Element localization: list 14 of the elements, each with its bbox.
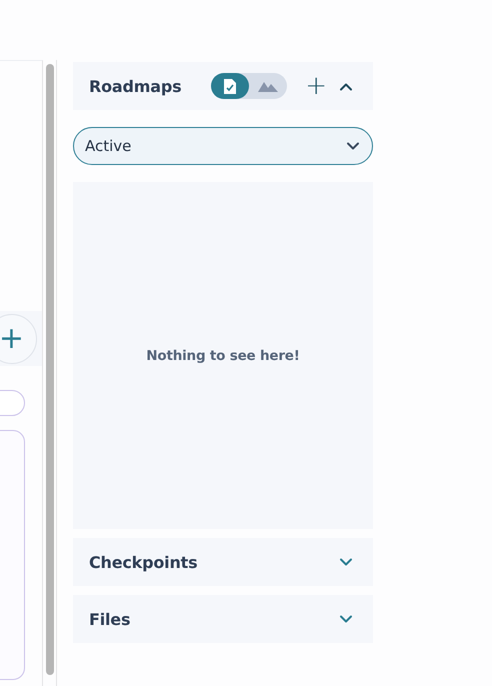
dropdown-caret-icon [346,142,360,150]
document-check-icon[interactable] [211,73,250,99]
add-button[interactable]: + [0,314,37,364]
filter-dropdown[interactable]: Active [73,127,373,165]
expand-icon[interactable] [339,614,353,624]
section-title: Roadmaps [89,76,182,96]
expand-icon[interactable] [339,558,353,566]
add-button[interactable]: + [305,73,327,99]
empty-message: Nothing to see here! [146,348,300,364]
view-toggle[interactable] [211,73,288,99]
section-title: Checkpoints [89,552,198,572]
collapse-icon[interactable] [339,82,353,90]
scrollbar-thumb[interactable] [46,64,54,675]
section-title: Files [89,610,132,628]
